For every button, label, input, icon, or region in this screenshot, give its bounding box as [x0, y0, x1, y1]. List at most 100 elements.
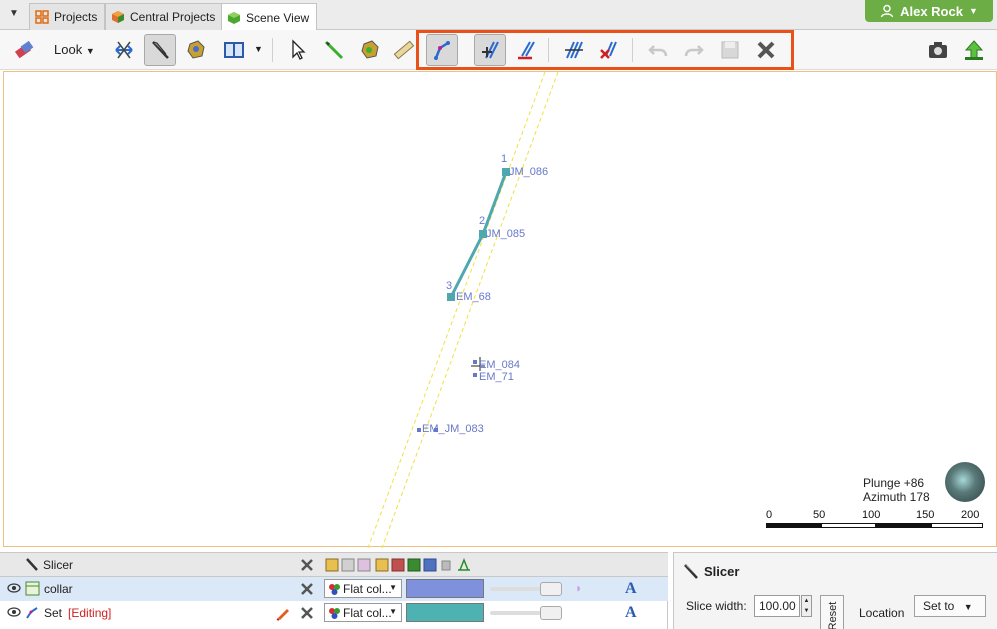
scale-tick-label: 0	[766, 509, 773, 521]
slice-width-spinner[interactable]: ▲ ▼	[801, 595, 812, 617]
tab-central-projects[interactable]: Central Projects	[105, 3, 224, 30]
draw-line-icon[interactable]	[318, 34, 350, 66]
tab-label: Scene View	[246, 10, 310, 25]
color-mode-select[interactable]: Flat col... ▼	[324, 603, 402, 622]
color-swatch[interactable]	[406, 579, 484, 598]
scale-tick-label: 50	[813, 509, 826, 521]
layer-name: collar	[44, 582, 73, 596]
vertex-order-label: 3	[446, 280, 453, 292]
layer-name: Set [Editing]	[44, 606, 111, 620]
cube-icon	[111, 10, 125, 24]
slice-plane-line	[381, 72, 559, 548]
remove-layer-icon[interactable]	[300, 606, 314, 620]
location-label: Location	[859, 606, 905, 620]
vertex-order-label: 2	[479, 215, 486, 227]
chevron-down-icon: ▼	[389, 583, 397, 592]
chevron-down-icon: ▼	[389, 607, 397, 616]
green-cube-icon	[227, 11, 241, 25]
table-icon	[25, 581, 40, 596]
collar-marker[interactable]	[473, 373, 477, 377]
reset-button[interactable]: Reset	[820, 595, 844, 629]
slice-width-input[interactable]: 100.00	[754, 595, 800, 617]
point-label: EM_084	[479, 359, 520, 371]
set-to-dropdown[interactable]: Set to ▼	[914, 595, 986, 617]
layer-tool-icons[interactable]	[324, 556, 472, 574]
user-account-button[interactable]: Alex Rock ▼	[865, 0, 993, 22]
collar-marker[interactable]	[417, 428, 421, 432]
orientation-readout: Plunge +86 Azimuth 178	[863, 476, 930, 504]
vertex-marker[interactable]	[447, 293, 455, 301]
compass-icon[interactable]	[945, 462, 985, 502]
scene-layers-panel: Slicer collar Flat col... ▼ ◗ A Set [Edi…	[0, 552, 668, 629]
camera-icon[interactable]	[922, 34, 954, 66]
edit-pencil-icon[interactable]	[275, 605, 291, 621]
layer-row-collar[interactable]: collar Flat col... ▼ ◗ A	[0, 577, 668, 601]
color-mode-label: Flat col...	[343, 605, 392, 620]
polyline-set-icon	[26, 607, 38, 619]
scale-tick-label: 150	[916, 509, 935, 521]
label-text-icon[interactable]: A	[625, 580, 637, 598]
user-icon	[880, 4, 894, 18]
reset-label: Reset	[827, 601, 839, 629]
scene-drawing	[367, 72, 559, 548]
chevron-down-icon: ▼	[968, 6, 978, 16]
slicer-knife-icon	[684, 564, 698, 579]
set-to-label: Set to	[923, 599, 955, 613]
scale-tick-label: 200	[961, 509, 980, 521]
tab-bar: ▼ Projects Central Projects Scene View A…	[0, 0, 997, 31]
slider-handle[interactable]	[540, 606, 562, 620]
layers-title: Slicer	[43, 558, 74, 572]
visibility-toggle-icon[interactable]: ◗	[575, 581, 582, 595]
look-dropdown[interactable]: Look ▼	[54, 42, 95, 57]
layer-row-set[interactable]: Set [Editing] Flat col... ▼ A	[0, 601, 668, 625]
select-cursor-icon[interactable]	[282, 34, 314, 66]
properties-title: Slicer	[704, 564, 740, 579]
layers-header: Slicer	[0, 553, 668, 577]
move-arrows-icon[interactable]	[108, 34, 140, 66]
eraser-icon[interactable]	[8, 34, 40, 66]
eye-icon[interactable]	[7, 583, 21, 593]
upload-arrow-icon[interactable]	[958, 34, 990, 66]
remove-all-icon[interactable]	[300, 558, 314, 572]
surface-shape-icon[interactable]	[180, 34, 212, 66]
point-label: EM_68	[456, 291, 491, 303]
tab-scene-view[interactable]: Scene View	[221, 3, 318, 31]
split-view-icon[interactable]	[218, 34, 250, 66]
color-swatch[interactable]	[406, 603, 484, 622]
color-mode-label: Flat col...	[343, 581, 392, 596]
point-label: JM_086	[509, 166, 549, 178]
palette-icon	[329, 584, 340, 595]
toolbar-separator	[272, 38, 273, 62]
scale-tick-label: 100	[862, 509, 881, 521]
slicer-properties-panel: Slicer Slice width: 100.00 ▲ ▼ Reset Loca…	[673, 552, 997, 629]
scale-bar: 0 50 100 150 200	[761, 509, 986, 533]
label-text-icon[interactable]: A	[625, 604, 637, 622]
chevron-down-icon: ▼	[85, 46, 95, 56]
chevron-down-icon[interactable]: ▼	[254, 44, 263, 54]
plunge-text: Plunge +86	[863, 476, 925, 490]
tab-label: Projects	[54, 10, 98, 24]
slicer-knife-icon[interactable]	[144, 34, 176, 66]
slider-handle[interactable]	[540, 582, 562, 596]
point-label: EM_71	[479, 371, 514, 383]
vertex-order-label: 1	[501, 153, 508, 165]
tab-projects[interactable]: Projects	[29, 3, 106, 30]
point-label: JM_085	[486, 228, 526, 240]
scale-segment	[931, 523, 983, 528]
user-name: Alex Rock	[900, 3, 963, 19]
eye-icon[interactable]	[7, 607, 21, 617]
scene-viewport[interactable]: 1 JM_086 2 JM_085 3 EM_68 EM_084 EM_71 E…	[3, 71, 997, 548]
color-mode-select[interactable]: Flat col... ▼	[324, 579, 402, 598]
tab-label: Central Projects	[130, 10, 216, 24]
remove-layer-icon[interactable]	[300, 582, 314, 596]
layer-name-text: collar	[44, 582, 73, 596]
grid-icon	[35, 10, 49, 24]
slice-width-label: Slice width:	[686, 599, 747, 613]
tab-list-dropdown[interactable]: ▼	[6, 6, 22, 22]
mesh-pin-icon[interactable]	[354, 34, 386, 66]
scale-segment	[766, 523, 821, 528]
editing-status: [Editing]	[68, 606, 112, 620]
point-label: EM_JM_083	[422, 423, 484, 435]
collar-marker[interactable]	[473, 360, 477, 364]
slice-plane-line	[367, 72, 546, 548]
